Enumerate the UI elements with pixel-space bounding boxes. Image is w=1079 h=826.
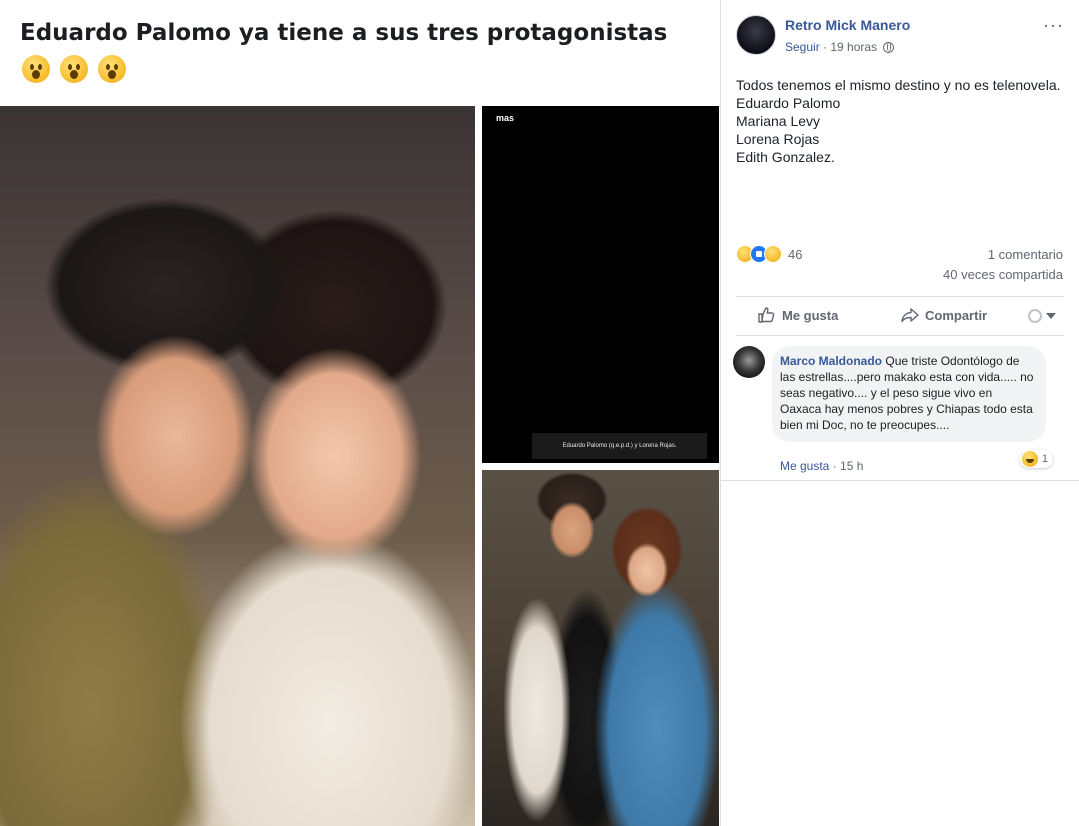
shares-count-link[interactable]: 40 veces compartida xyxy=(943,267,1063,282)
comment-separator: · xyxy=(832,459,837,473)
comments-count-link[interactable]: 1 comentario xyxy=(988,247,1063,262)
commenter-name[interactable]: Marco Maldonado xyxy=(780,354,882,368)
wow-emoji-icon xyxy=(60,55,89,83)
caret-down-icon xyxy=(1046,313,1056,319)
photo-caption: Eduardo Palomo (q.e.p.d.) y Lorena Rojas… xyxy=(532,433,707,459)
photo-panel: Eduardo Palomo ya tiene a sus tres prota… xyxy=(0,0,720,826)
post-meta: Seguir · 19 horas xyxy=(785,40,895,54)
post-line: Mariana Levy xyxy=(736,113,821,129)
action-bar: Me gusta Compartir xyxy=(736,296,1064,336)
audience-selector[interactable] xyxy=(1028,309,1056,323)
haha-reaction-icon xyxy=(1021,451,1038,467)
comment-reaction-badge[interactable]: 1 xyxy=(1019,450,1053,468)
globe-icon xyxy=(883,42,895,53)
follow-link[interactable]: Seguir xyxy=(785,40,820,54)
photo-top-couple[interactable]: mas Eduardo Palomo (q.e.p.d.) y Lorena R… xyxy=(482,106,719,463)
like-button[interactable]: Me gusta xyxy=(758,307,838,323)
post-time[interactable]: 19 horas xyxy=(830,40,877,54)
photo-bottom-couple[interactable] xyxy=(482,470,719,826)
wow-emoji-icon xyxy=(22,55,50,83)
profile-circle-icon xyxy=(1028,309,1042,323)
reaction-count: 46 xyxy=(788,246,803,262)
post-panel: Retro Mick Manero Seguir · 19 horas ··· … xyxy=(720,0,1079,826)
post-body: Todos tenemos el mismo destino y no es t… xyxy=(736,76,1071,166)
post-line: Todos tenemos el mismo destino y no es t… xyxy=(736,77,1061,93)
sad-reaction-icon xyxy=(764,245,782,263)
comment-time[interactable]: 15 h xyxy=(840,459,863,473)
commenter-avatar[interactable] xyxy=(733,346,765,378)
more-options-icon[interactable]: ··· xyxy=(1043,16,1064,34)
post-line: Lorena Rojas xyxy=(736,131,820,147)
wow-emoji-icon xyxy=(98,55,127,83)
comment-like-link[interactable]: Me gusta xyxy=(780,459,829,473)
share-button[interactable]: Compartir xyxy=(901,307,987,323)
comment-reaction-count: 1 xyxy=(1041,453,1048,465)
share-button-label: Compartir xyxy=(925,307,988,323)
like-button-label: Me gusta xyxy=(782,307,839,323)
post-line: Edith Gonzalez. xyxy=(736,149,835,165)
meta-separator: · xyxy=(823,40,828,54)
comment-actions: Me gusta · 15 h xyxy=(780,459,863,473)
tv-channel-logo: mas xyxy=(492,112,519,124)
post-headline: Eduardo Palomo ya tiene a sus tres prota… xyxy=(20,14,700,90)
author-avatar[interactable] xyxy=(736,15,776,55)
comment-bubble: Marco Maldonado Que triste Odontólogo de… xyxy=(772,346,1046,442)
thumbs-up-icon xyxy=(758,307,775,323)
share-arrow-icon xyxy=(901,308,919,323)
post-line: Eduardo Palomo xyxy=(736,95,841,111)
section-divider xyxy=(721,480,1079,481)
photo-main-couple[interactable] xyxy=(0,106,475,826)
headline-text: Eduardo Palomo ya tiene a sus tres prota… xyxy=(20,20,668,46)
reaction-summary[interactable]: 46 xyxy=(736,244,802,264)
author-name[interactable]: Retro Mick Manero xyxy=(785,17,910,33)
